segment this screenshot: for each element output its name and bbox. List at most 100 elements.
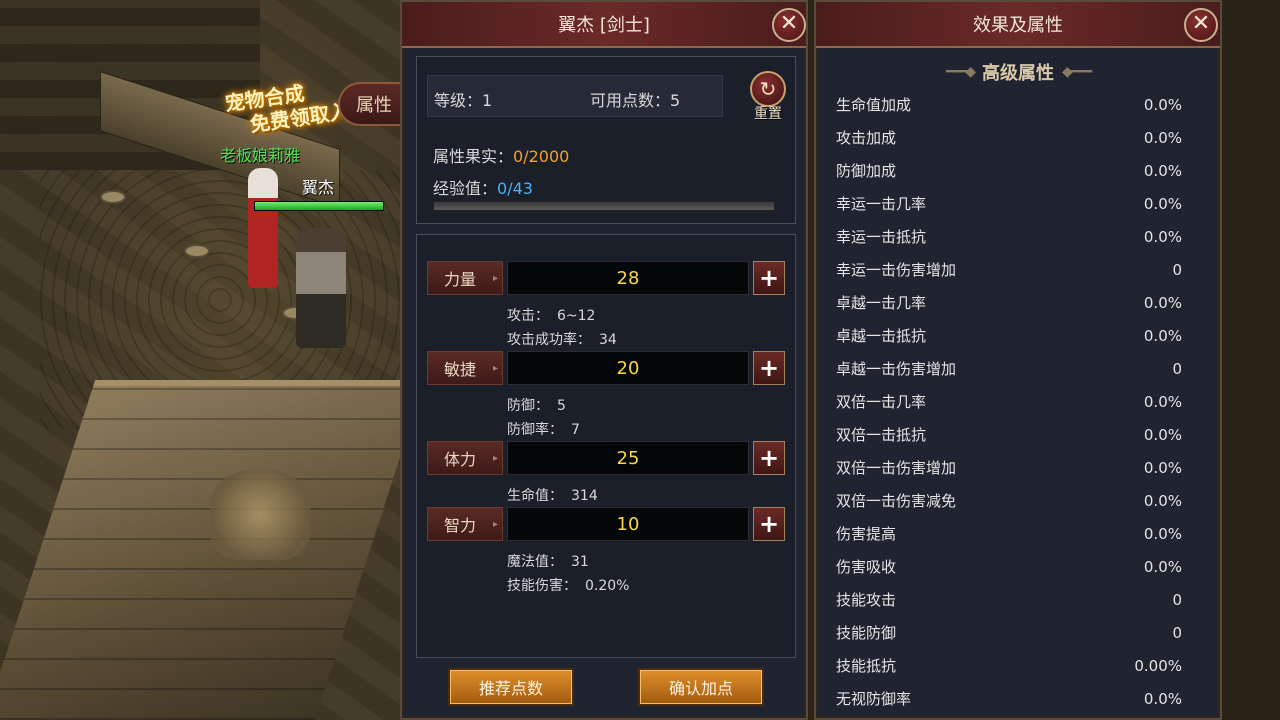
points-label: 可用点数： [590, 91, 671, 110]
attribute-value: 0 [1172, 590, 1182, 609]
attribute-name: 生命值加成 [836, 96, 912, 114]
attribute-value: 0.0% [1143, 293, 1182, 312]
sub-stat-label: 技能伤害： [507, 578, 577, 594]
recommend-points-button[interactable]: 推荐点数 [448, 668, 574, 706]
stat-row-vitality: 体力 ▸ 25 + [427, 441, 787, 475]
advanced-attributes-heading: ━━━◆ 高级属性 ◆━━━ [816, 58, 1220, 86]
attribute-value: 0.0% [1143, 194, 1182, 213]
sub-stat-label: 魔法值： [507, 554, 563, 570]
advanced-attributes-list[interactable]: 生命值加成 0.0% 攻击加成 0.0% 防御加成 0.0% 幸运一击几率 0.0% 幸运一击抵… [836, 88, 1206, 715]
attribute-value: 0 [1172, 359, 1182, 378]
attribute-name: 防御加成 [836, 162, 897, 180]
stat-row-agility: 敏捷 ▸ 20 + [427, 351, 787, 385]
player-hp-fill [255, 202, 383, 210]
attribute-row: 卓越一击几率 0.0% [836, 286, 1206, 319]
attribute-name: 卓越一击抵抗 [836, 327, 927, 345]
attribute-value: 0.0% [1143, 227, 1182, 246]
attribute-value: 0 [1172, 260, 1182, 279]
attribute-tab[interactable]: 属性 [338, 82, 400, 126]
arrow-right-icon: ▸ [492, 452, 498, 464]
sub-stat-value: 5 [557, 398, 566, 414]
experience-bar [433, 201, 775, 211]
npc-character[interactable] [248, 168, 278, 288]
sub-stat-attack: 攻击： 6~12 [507, 305, 595, 325]
stat-row-strength: 力量 ▸ 28 + [427, 261, 787, 295]
level-text: 等级：1 [434, 87, 492, 111]
stat-label-strength[interactable]: 力量 ▸ [427, 261, 503, 295]
effects-panel-title: 效果及属性 [973, 15, 1063, 36]
attribute-value: 0.0% [1143, 326, 1182, 345]
stool [100, 190, 126, 204]
stat-label-intelligence[interactable]: 智力 ▸ [427, 507, 503, 541]
add-agility-button[interactable]: + [753, 351, 785, 385]
attribute-row: 双倍一击伤害增加 0.0% [836, 451, 1206, 484]
attribute-value: 0.00% [1134, 656, 1182, 675]
attribute-name: 技能攻击 [836, 591, 897, 609]
attribute-name: 幸运一击几率 [836, 195, 927, 213]
attribute-row: 双倍一击抵抗 0.0% [836, 418, 1206, 451]
player-name-label: 翼杰 [302, 178, 335, 197]
sub-stat-value: 314 [571, 488, 598, 504]
character-info-box: 等级：1 可用点数：5 ↻ 重置 属性果实：0/2000 经验值：0/43 [416, 56, 796, 224]
attribute-row: 卓越一击抵抗 0.0% [836, 319, 1206, 352]
attribute-name: 双倍一击伤害增加 [836, 459, 957, 477]
sub-stat-value: 34 [599, 332, 617, 348]
attribute-row: 双倍一击几率 0.0% [836, 385, 1206, 418]
exp-value: 0/43 [497, 179, 533, 198]
ornament-left-icon: ━━━◆ [945, 64, 976, 80]
stats-box: 力量 ▸ 28 + 攻击： 6~12 攻击成功率： 34 敏捷 ▸ 20 + 防御： 5 … [416, 234, 796, 658]
stone-wall [0, 380, 400, 720]
level-points-box: 等级：1 可用点数：5 [427, 75, 723, 117]
attribute-row: 双倍一击伤害减免 0.0% [836, 484, 1206, 517]
section-title: 高级属性 [982, 63, 1054, 84]
confirm-points-button[interactable]: 确认加点 [638, 668, 764, 706]
attribute-name: 无视防御率 [836, 690, 912, 708]
stat-name: 体力 [443, 450, 476, 469]
add-vitality-button[interactable]: + [753, 441, 785, 475]
attribute-row: 技能攻击 0 [836, 583, 1206, 616]
stat-value-agility: 20 [507, 351, 749, 385]
close-icon[interactable]: ✕ [1184, 8, 1218, 42]
attribute-name: 卓越一击伤害增加 [836, 360, 957, 378]
stat-value-intelligence: 10 [507, 507, 749, 541]
stat-value-vitality: 25 [507, 441, 749, 475]
attribute-value: 0.0% [1143, 128, 1182, 147]
stat-label-vitality[interactable]: 体力 ▸ [427, 441, 503, 475]
add-strength-button[interactable]: + [753, 261, 785, 295]
attribute-value: 0.0% [1143, 161, 1182, 180]
points-text: 可用点数：5 [590, 87, 680, 111]
exp-label: 经验值： [433, 179, 498, 198]
stat-label-agility[interactable]: 敏捷 ▸ [427, 351, 503, 385]
attribute-row: 幸运一击几率 0.0% [836, 187, 1206, 220]
attribute-name: 技能抵抗 [836, 657, 897, 675]
attribute-name: 攻击加成 [836, 129, 897, 147]
attribute-name: 双倍一击伤害减免 [836, 492, 957, 510]
attribute-row: 幸运一击抵抗 0.0% [836, 220, 1206, 253]
attribute-row: 卓越一击伤害增加 0 [836, 352, 1206, 385]
attribute-row: 伤害吸收 0.0% [836, 550, 1206, 583]
reset-button[interactable]: ↻ 重置 [745, 71, 791, 125]
attribute-value: 0.0% [1143, 425, 1182, 444]
sub-stat-defense-rate: 防御率： 7 [507, 419, 580, 439]
sub-stat-value: 6~12 [557, 308, 596, 324]
sub-stat-attack-rate: 攻击成功率： 34 [507, 329, 617, 349]
character-panel-title: 翼杰 [剑士] [558, 15, 650, 36]
add-intelligence-button[interactable]: + [753, 507, 785, 541]
attribute-name: 伤害提高 [836, 525, 897, 543]
attribute-name: 幸运一击伤害增加 [836, 261, 957, 279]
sub-stat-label: 攻击成功率： [507, 332, 591, 348]
arrow-right-icon: ▸ [492, 272, 498, 284]
sub-stat-defense: 防御： 5 [507, 395, 566, 415]
game-scene[interactable]: 宠物合成 免费领取入口 属性 老板娘莉雅 翼杰 [0, 0, 400, 720]
fruit-value: 0/2000 [513, 147, 570, 166]
attribute-name: 卓越一击几率 [836, 294, 927, 312]
attribute-row: 无视防御率 0.0% [836, 682, 1206, 715]
attribute-name: 双倍一击几率 [836, 393, 927, 411]
attribute-value: 0.0% [1143, 392, 1182, 411]
attribute-row: 伤害提高 0.0% [836, 517, 1206, 550]
wall-carving [210, 470, 310, 560]
close-icon[interactable]: ✕ [772, 8, 806, 42]
player-character[interactable] [296, 228, 346, 348]
sub-stat-hp: 生命值： 314 [507, 485, 598, 505]
attribute-value: 0.0% [1143, 491, 1182, 510]
